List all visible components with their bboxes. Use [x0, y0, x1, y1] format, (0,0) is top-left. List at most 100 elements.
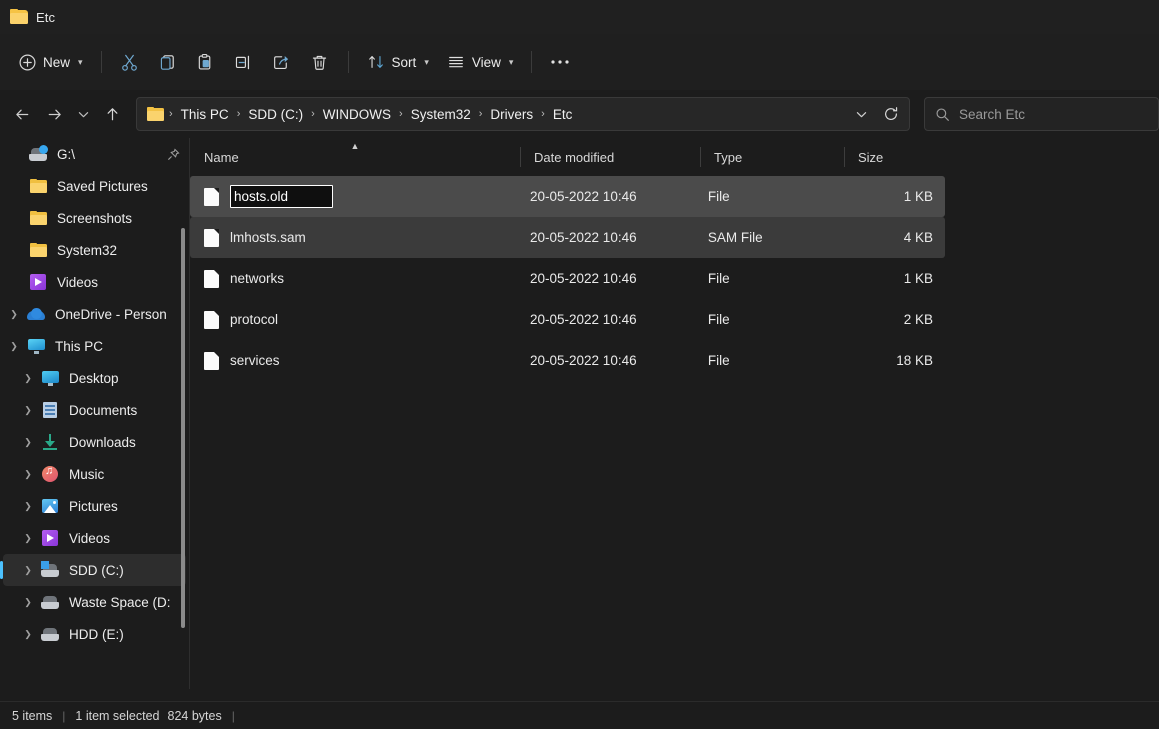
column-headers: Name ▲ Date modified Type Size [190, 138, 1159, 176]
column-header-date-modified[interactable]: Date modified [520, 138, 700, 176]
table-row[interactable]: protocol 20-05-2022 10:46 File 2 KB [190, 299, 945, 340]
new-button[interactable]: New ▾ [10, 45, 92, 79]
navigation-pane: G:\ Saved Pictures Screenshots System32 … [0, 138, 190, 689]
sidebar-item-videos[interactable]: ❯ Videos [3, 522, 186, 554]
sidebar-item-pictures[interactable]: ❯ Pictures [3, 490, 186, 522]
column-header-size[interactable]: Size [844, 138, 954, 176]
chevron-down-icon[interactable]: ❯ [3, 341, 25, 352]
view-button[interactable]: View ▾ [438, 45, 523, 79]
rename-input[interactable] [230, 185, 333, 208]
this-pc-icon [25, 338, 47, 354]
breadcrumb-item-drivers[interactable]: Drivers [485, 103, 538, 126]
sidebar-item-this-pc[interactable]: ❯ This PC [3, 330, 186, 362]
folder-icon [27, 243, 49, 257]
search-input[interactable] [959, 106, 1148, 122]
tab-title[interactable]: Etc [36, 10, 55, 25]
chevron-right-icon[interactable]: ❯ [17, 405, 39, 416]
breadcrumb-item-system32[interactable]: System32 [406, 103, 476, 126]
rename-button[interactable] [225, 45, 263, 79]
sidebar-scrollbar[interactable] [181, 228, 185, 628]
sidebar-item-sdd-c[interactable]: ❯ SDD (C:) [0, 554, 186, 586]
table-row[interactable]: lmhosts.sam 20-05-2022 10:46 SAM File 4 … [190, 217, 945, 258]
videos-icon [27, 274, 49, 290]
up-button[interactable] [96, 98, 128, 130]
paste-button[interactable] [187, 45, 225, 79]
file-name-cell[interactable]: protocol [190, 310, 516, 329]
breadcrumb-item-windows[interactable]: WINDOWS [318, 103, 396, 126]
file-size-cell: 1 KB [903, 189, 933, 204]
breadcrumb-separator: › [541, 108, 545, 120]
chevron-right-icon[interactable]: ❯ [17, 373, 39, 384]
sort-button[interactable]: Sort ▾ [358, 45, 438, 79]
drive-icon [39, 627, 61, 641]
sidebar-item-label: OneDrive - Person [55, 306, 167, 322]
forward-button[interactable] [38, 98, 70, 130]
documents-icon [39, 402, 61, 418]
table-row[interactable]: 20-05-2022 10:46 File 1 KB [190, 176, 945, 217]
chevron-right-icon[interactable]: ❯ [17, 533, 39, 544]
chevron-down-icon: ▾ [508, 56, 514, 67]
column-divider [700, 147, 701, 167]
chevron-right-icon[interactable]: ❯ [3, 309, 25, 320]
sidebar-item-label: This PC [55, 338, 104, 354]
file-name-cell[interactable]: networks [190, 269, 516, 288]
table-row[interactable]: services 20-05-2022 10:46 File 18 KB [190, 340, 945, 381]
sidebar-item-waste-space-d[interactable]: ❯ Waste Space (D: [3, 586, 186, 618]
sidebar-item-onedrive[interactable]: ❯ OneDrive - Person [3, 298, 186, 330]
system-drive-icon [39, 560, 61, 577]
sidebar-item-screenshots[interactable]: Screenshots [27, 202, 186, 234]
sidebar-item-label: HDD (E:) [69, 626, 124, 642]
copy-icon [158, 53, 177, 72]
chevron-right-icon[interactable]: ❯ [17, 501, 39, 512]
sidebar-item-music[interactable]: ❯ Music [3, 458, 186, 490]
recent-locations-button[interactable] [70, 98, 96, 130]
sidebar-item-label: G:\ [57, 146, 76, 162]
folder-icon [27, 179, 49, 193]
sidebar-item-desktop[interactable]: ❯ Desktop [3, 362, 186, 394]
column-header-name[interactable]: Name ▲ [190, 138, 520, 176]
breadcrumb-item-this-pc[interactable]: This PC [176, 103, 234, 126]
pin-icon[interactable] [167, 147, 180, 161]
sidebar-item-hdd-e[interactable]: ❯ HDD (E:) [3, 618, 186, 650]
sidebar-item-label: Pictures [69, 498, 118, 514]
column-header-type[interactable]: Type [700, 138, 844, 176]
file-icon [204, 269, 219, 288]
delete-icon [310, 53, 329, 72]
sidebar-item-label: System32 [57, 242, 118, 258]
chevron-right-icon[interactable]: ❯ [17, 629, 39, 640]
cut-button[interactable] [111, 45, 149, 79]
pictures-icon [39, 499, 61, 513]
search-box[interactable] [924, 97, 1159, 131]
status-selection: 1 item selected [75, 708, 160, 723]
sidebar-item-videos-quick[interactable]: Videos [27, 266, 186, 298]
file-name-cell[interactable]: services [190, 351, 516, 370]
refresh-button[interactable] [877, 100, 905, 128]
breadcrumb-item-etc[interactable]: Etc [548, 103, 578, 126]
file-name-cell[interactable]: lmhosts.sam [190, 228, 516, 247]
sort-button-label: Sort [391, 54, 417, 70]
table-row[interactable]: networks 20-05-2022 10:46 File 1 KB [190, 258, 945, 299]
back-button[interactable] [6, 98, 38, 130]
chevron-right-icon[interactable]: ❯ [17, 437, 39, 448]
network-drive-icon [27, 144, 49, 161]
sidebar-item-saved-pictures[interactable]: Saved Pictures [27, 170, 186, 202]
share-button[interactable] [263, 45, 301, 79]
sidebar-item-g-drive[interactable]: G:\ [27, 138, 186, 170]
chevron-right-icon[interactable]: ❯ [17, 597, 39, 608]
address-dropdown-button[interactable] [847, 100, 875, 128]
file-name-cell[interactable] [190, 185, 516, 208]
toolbar-divider-1 [100, 51, 102, 73]
chevron-right-icon[interactable]: ❯ [17, 469, 39, 480]
breadcrumb-item-sdd-c[interactable]: SDD (C:) [243, 103, 308, 126]
search-icon [935, 107, 950, 122]
sidebar-item-downloads[interactable]: ❯ Downloads [3, 426, 186, 458]
rename-icon [234, 53, 253, 72]
more-options-button[interactable] [541, 45, 579, 79]
delete-button[interactable] [301, 45, 339, 79]
sidebar-item-system32[interactable]: System32 [27, 234, 186, 266]
breadcrumb-separator: › [169, 108, 173, 120]
address-bar[interactable]: › This PC › SDD (C:) › WINDOWS › System3… [136, 97, 910, 131]
copy-button[interactable] [149, 45, 187, 79]
sidebar-item-documents[interactable]: ❯ Documents [3, 394, 186, 426]
chevron-right-icon[interactable]: ❯ [17, 565, 39, 576]
